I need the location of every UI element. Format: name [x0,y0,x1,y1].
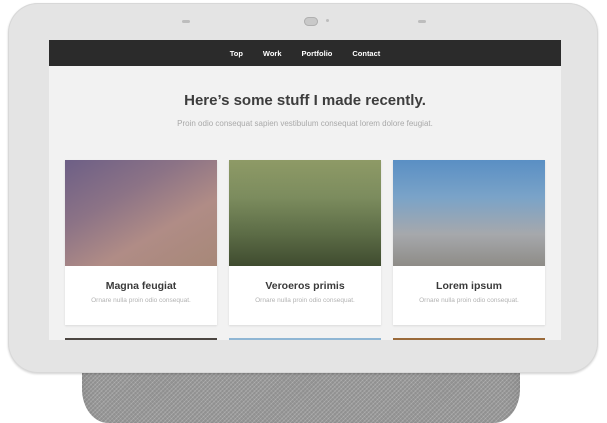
portfolio-card-description: Ornare nulla proin odio consequat. [255,297,355,304]
portfolio-card-title: Lorem ipsum [436,280,502,292]
next-row-card-peek [229,338,381,340]
portfolio-card[interactable]: Veroeros primis Ornare nulla proin odio … [229,160,381,325]
page-title: Here’s some stuff I made recently. [184,92,426,109]
light-sensor-icon [182,20,190,23]
light-sensor-icon-right [418,20,426,23]
mic-dot-icon [326,19,329,22]
portfolio-card[interactable]: Lorem ipsum Ornare nulla proin odio cons… [393,160,545,325]
nav-item-work[interactable]: Work [253,49,292,58]
portfolio-card-title: Magna feugiat [105,280,177,292]
page-subtitle: Proin odio consequat sapien vestibulum c… [177,119,433,128]
nav-item-portfolio[interactable]: Portfolio [292,49,343,58]
nav-item-contact[interactable]: Contact [342,49,390,58]
portfolio-card-image[interactable] [65,160,217,266]
portfolio-card[interactable]: Magna feugiat Ornare nulla proin odio co… [65,160,217,325]
portfolio-card-title: Veroeros primis [265,280,345,292]
portfolio-card-description: Ornare nulla proin odio consequat. [91,297,191,304]
next-row-card-peek [65,338,217,340]
nav-item-top[interactable]: Top [220,49,253,58]
portfolio-card-image[interactable] [229,160,381,266]
top-navbar: Top Work Portfolio Contact [49,40,561,66]
camera-icon [304,17,318,26]
portfolio-card-image[interactable] [393,160,545,266]
portfolio-card-description: Ornare nulla proin odio consequat. [419,297,519,304]
web-page-viewport: Top Work Portfolio Contact Here’s some s… [49,40,561,340]
next-row-card-peek [393,338,545,340]
